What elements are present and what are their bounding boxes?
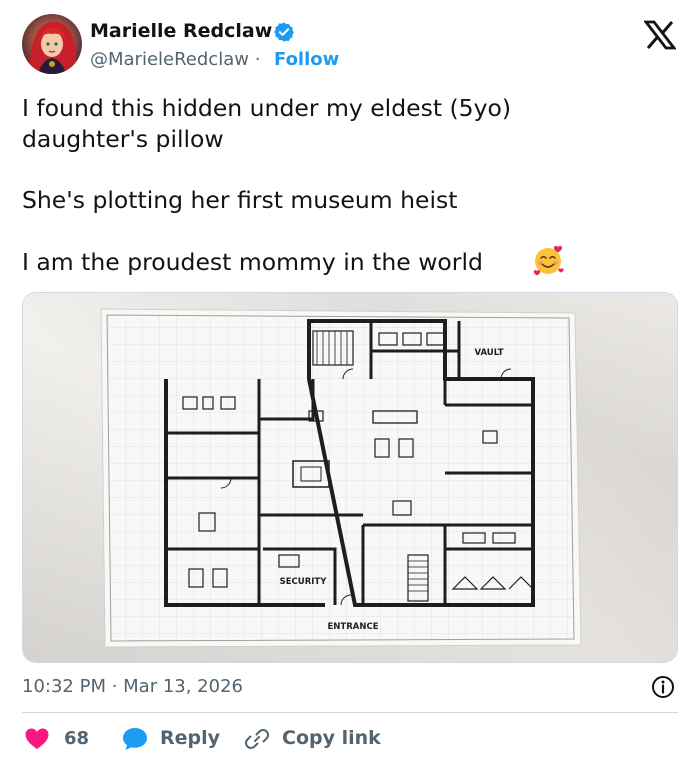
heart-icon[interactable] — [24, 727, 50, 751]
tweet-text-line: I am the proudest mommy in the world — [22, 248, 483, 276]
reply-button[interactable]: Reply — [160, 727, 220, 749]
author-handle[interactable]: @MarieleRedclaw · — [90, 49, 260, 70]
tweet-text-line: daughter's pillow — [22, 125, 224, 153]
tweet-text-line: I found this hidden under my eldest (5yo… — [22, 94, 512, 122]
info-icon[interactable] — [650, 674, 676, 700]
verified-icon — [273, 21, 295, 43]
divider — [22, 712, 678, 713]
avatar[interactable] — [22, 14, 82, 74]
reply-icon[interactable] — [121, 726, 149, 752]
author-name[interactable]: Marielle Redclaw — [90, 20, 272, 42]
copy-link-button[interactable]: Copy link — [282, 727, 381, 749]
like-count[interactable]: 68 — [64, 728, 89, 749]
security-label: SECURITY — [280, 577, 328, 587]
smiling-face-with-hearts-icon — [532, 243, 566, 277]
tweet-text-line: She's plotting her first museum heist — [22, 186, 458, 214]
handle-separator: · — [254, 49, 261, 70]
attached-photo[interactable]: VAULT SECURITY ENTRANCE — [22, 292, 678, 663]
vault-label: VAULT — [474, 348, 503, 358]
link-icon[interactable] — [244, 726, 270, 752]
timestamp[interactable]: 10:32 PM · Mar 13, 2026 — [22, 676, 243, 697]
handle-text[interactable]: @MarieleRedclaw — [90, 49, 249, 70]
entrance-label: ENTRANCE — [328, 622, 379, 632]
follow-button[interactable]: Follow — [274, 49, 339, 70]
x-logo-icon[interactable] — [643, 20, 677, 50]
